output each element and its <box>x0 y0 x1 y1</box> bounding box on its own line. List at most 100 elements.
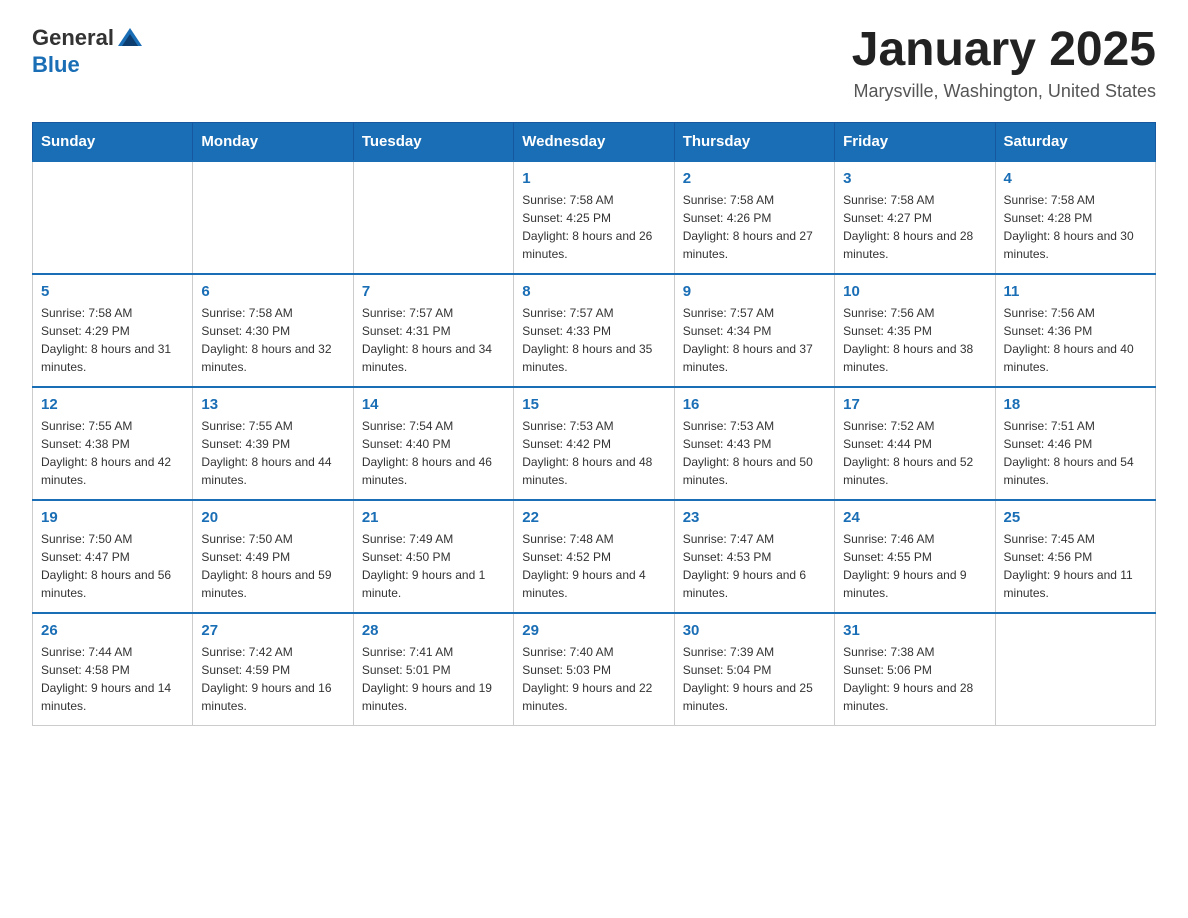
calendar-cell: 29Sunrise: 7:40 AMSunset: 5:03 PMDayligh… <box>514 613 674 726</box>
day-number: 18 <box>1004 396 1147 413</box>
logo[interactable]: General Blue <box>32 24 144 78</box>
day-number: 22 <box>522 509 665 526</box>
calendar-cell <box>995 613 1155 726</box>
logo-icon <box>116 24 144 52</box>
day-info: Sunrise: 7:44 AMSunset: 4:58 PMDaylight:… <box>41 643 184 715</box>
day-info: Sunrise: 7:51 AMSunset: 4:46 PMDaylight:… <box>1004 417 1147 489</box>
calendar-cell: 6 Sunrise: 7:58 AMSunset: 4:30 PMDaylight… <box>193 274 353 387</box>
day-info: Sunrise: 7:39 AMSunset: 5:04 PMDaylight:… <box>683 643 826 715</box>
calendar-cell: 3 Sunrise: 7:58 AMSunset: 4:27 PMDaylight… <box>835 161 995 274</box>
calendar-cell: 27 Sunrise: 7:42 AMSunset: 4:59 PMDayligh… <box>193 613 353 726</box>
page-subtitle: Marysville, Washington, United States <box>852 81 1156 102</box>
week-row-1: 1 Sunrise: 7:58 AMSunset: 4:25 PMDaylight… <box>33 161 1156 274</box>
day-number: 14 <box>362 396 505 413</box>
day-number: 28 <box>362 622 505 639</box>
day-info: Sunrise: 7:58 AMSunset: 4:26 PMDaylight:… <box>683 191 826 263</box>
day-number: 1 <box>522 170 665 187</box>
day-info: Sunrise: 7:57 AMSunset: 4:33 PMDaylight:… <box>522 304 665 376</box>
logo-text-blue: Blue <box>32 52 80 78</box>
calendar-cell: 16Sunrise: 7:53 AMSunset: 4:43 PMDayligh… <box>674 387 834 500</box>
day-number: 21 <box>362 509 505 526</box>
page-title: January 2025 <box>852 24 1156 77</box>
day-info: Sunrise: 7:55 AMSunset: 4:39 PMDaylight:… <box>201 417 344 489</box>
day-info: Sunrise: 7:58 AMSunset: 4:28 PMDaylight:… <box>1004 191 1147 263</box>
day-number: 5 <box>41 283 184 300</box>
day-number: 16 <box>683 396 826 413</box>
calendar-cell: 14 Sunrise: 7:54 AMSunset: 4:40 PMDayligh… <box>353 387 513 500</box>
calendar-cell: 24Sunrise: 7:46 AMSunset: 4:55 PMDayligh… <box>835 500 995 613</box>
day-info: Sunrise: 7:58 AMSunset: 4:27 PMDaylight:… <box>843 191 986 263</box>
day-number: 10 <box>843 283 986 300</box>
day-info: Sunrise: 7:52 AMSunset: 4:44 PMDaylight:… <box>843 417 986 489</box>
day-info: Sunrise: 7:50 AMSunset: 4:47 PMDaylight:… <box>41 530 184 602</box>
calendar-cell: 13 Sunrise: 7:55 AMSunset: 4:39 PMDayligh… <box>193 387 353 500</box>
day-number: 4 <box>1004 170 1147 187</box>
calendar-cell <box>353 161 513 274</box>
calendar-cell: 28 Sunrise: 7:41 AMSunset: 5:01 PMDayligh… <box>353 613 513 726</box>
calendar-cell: 19 Sunrise: 7:50 AMSunset: 4:47 PMDayligh… <box>33 500 193 613</box>
day-info: Sunrise: 7:58 AMSunset: 4:29 PMDaylight:… <box>41 304 184 376</box>
calendar-cell: 4 Sunrise: 7:58 AMSunset: 4:28 PMDaylight… <box>995 161 1155 274</box>
day-info: Sunrise: 7:48 AMSunset: 4:52 PMDaylight:… <box>522 530 665 602</box>
day-number: 27 <box>201 622 344 639</box>
day-info: Sunrise: 7:47 AMSunset: 4:53 PMDaylight:… <box>683 530 826 602</box>
calendar-header: SundayMondayTuesdayWednesdayThursdayFrid… <box>33 122 1156 161</box>
day-info: Sunrise: 7:58 AMSunset: 4:25 PMDaylight:… <box>522 191 665 263</box>
day-number: 7 <box>362 283 505 300</box>
day-number: 2 <box>683 170 826 187</box>
calendar-cell: 31Sunrise: 7:38 AMSunset: 5:06 PMDayligh… <box>835 613 995 726</box>
calendar-cell: 30Sunrise: 7:39 AMSunset: 5:04 PMDayligh… <box>674 613 834 726</box>
day-info: Sunrise: 7:56 AMSunset: 4:35 PMDaylight:… <box>843 304 986 376</box>
day-number: 3 <box>843 170 986 187</box>
day-number: 26 <box>41 622 184 639</box>
calendar-cell: 18 Sunrise: 7:51 AMSunset: 4:46 PMDayligh… <box>995 387 1155 500</box>
day-info: Sunrise: 7:42 AMSunset: 4:59 PMDaylight:… <box>201 643 344 715</box>
title-section: January 2025 Marysville, Washington, Uni… <box>852 24 1156 102</box>
day-number: 6 <box>201 283 344 300</box>
header-day-friday: Friday <box>835 122 995 161</box>
calendar-cell: 22 Sunrise: 7:48 AMSunset: 4:52 PMDayligh… <box>514 500 674 613</box>
day-number: 17 <box>843 396 986 413</box>
day-info: Sunrise: 7:55 AMSunset: 4:38 PMDaylight:… <box>41 417 184 489</box>
calendar-body: 1 Sunrise: 7:58 AMSunset: 4:25 PMDaylight… <box>33 161 1156 726</box>
day-number: 23 <box>683 509 826 526</box>
day-number: 13 <box>201 396 344 413</box>
page-header: General Blue January 2025 Marysville, Wa… <box>32 24 1156 102</box>
day-number: 11 <box>1004 283 1147 300</box>
calendar-table: SundayMondayTuesdayWednesdayThursdayFrid… <box>32 122 1156 726</box>
day-info: Sunrise: 7:54 AMSunset: 4:40 PMDaylight:… <box>362 417 505 489</box>
week-row-3: 12Sunrise: 7:55 AMSunset: 4:38 PMDayligh… <box>33 387 1156 500</box>
header-day-monday: Monday <box>193 122 353 161</box>
day-info: Sunrise: 7:41 AMSunset: 5:01 PMDaylight:… <box>362 643 505 715</box>
header-row: SundayMondayTuesdayWednesdayThursdayFrid… <box>33 122 1156 161</box>
week-row-4: 19 Sunrise: 7:50 AMSunset: 4:47 PMDayligh… <box>33 500 1156 613</box>
day-info: Sunrise: 7:57 AMSunset: 4:34 PMDaylight:… <box>683 304 826 376</box>
calendar-cell: 11 Sunrise: 7:56 AMSunset: 4:36 PMDayligh… <box>995 274 1155 387</box>
calendar-cell: 17 Sunrise: 7:52 AMSunset: 4:44 PMDayligh… <box>835 387 995 500</box>
day-number: 31 <box>843 622 986 639</box>
calendar-cell: 1 Sunrise: 7:58 AMSunset: 4:25 PMDaylight… <box>514 161 674 274</box>
calendar-cell: 23 Sunrise: 7:47 AMSunset: 4:53 PMDayligh… <box>674 500 834 613</box>
week-row-2: 5 Sunrise: 7:58 AMSunset: 4:29 PMDaylight… <box>33 274 1156 387</box>
week-row-5: 26 Sunrise: 7:44 AMSunset: 4:58 PMDayligh… <box>33 613 1156 726</box>
day-info: Sunrise: 7:53 AMSunset: 4:42 PMDaylight:… <box>522 417 665 489</box>
calendar-cell: 8 Sunrise: 7:57 AMSunset: 4:33 PMDaylight… <box>514 274 674 387</box>
header-day-wednesday: Wednesday <box>514 122 674 161</box>
calendar-cell: 15 Sunrise: 7:53 AMSunset: 4:42 PMDayligh… <box>514 387 674 500</box>
day-number: 20 <box>201 509 344 526</box>
calendar-cell: 5 Sunrise: 7:58 AMSunset: 4:29 PMDaylight… <box>33 274 193 387</box>
day-number: 8 <box>522 283 665 300</box>
day-info: Sunrise: 7:45 AMSunset: 4:56 PMDaylight:… <box>1004 530 1147 602</box>
day-info: Sunrise: 7:50 AMSunset: 4:49 PMDaylight:… <box>201 530 344 602</box>
day-info: Sunrise: 7:49 AMSunset: 4:50 PMDaylight:… <box>362 530 505 602</box>
day-info: Sunrise: 7:56 AMSunset: 4:36 PMDaylight:… <box>1004 304 1147 376</box>
day-number: 15 <box>522 396 665 413</box>
calendar-cell: 9 Sunrise: 7:57 AMSunset: 4:34 PMDaylight… <box>674 274 834 387</box>
header-day-thursday: Thursday <box>674 122 834 161</box>
calendar-cell <box>193 161 353 274</box>
day-number: 9 <box>683 283 826 300</box>
day-number: 19 <box>41 509 184 526</box>
day-info: Sunrise: 7:58 AMSunset: 4:30 PMDaylight:… <box>201 304 344 376</box>
day-info: Sunrise: 7:46 AMSunset: 4:55 PMDaylight:… <box>843 530 986 602</box>
header-day-tuesday: Tuesday <box>353 122 513 161</box>
